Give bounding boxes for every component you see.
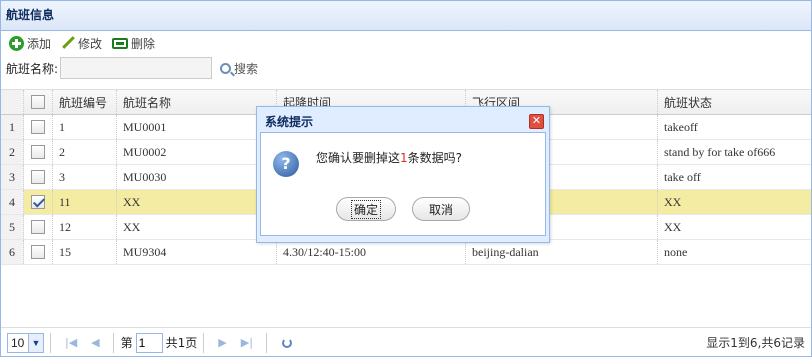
separator: [265, 332, 268, 353]
cell-flight-name: MU9304: [117, 240, 277, 264]
rownum-header: [1, 90, 24, 114]
cell-flight-no: 11: [53, 190, 117, 214]
row-checkbox[interactable]: [31, 145, 45, 159]
toolbar: 添加 修改 删除: [1, 31, 811, 55]
row-number: 2: [1, 140, 24, 164]
first-page-icon[interactable]: |◀: [65, 336, 77, 349]
row-checkbox[interactable]: [31, 120, 45, 134]
row-number: 1: [1, 115, 24, 139]
delete-button[interactable]: 删除: [112, 35, 155, 52]
dialog-message: 您确认要删掉这1条数据吗?: [316, 149, 462, 166]
cell-flight-name: MU0030: [117, 165, 277, 189]
page-size-value: 10: [11, 335, 25, 350]
cell-status: XX: [664, 194, 682, 209]
search-button-label: 搜索: [234, 61, 259, 76]
confirm-dialog: 系统提示 ✕ ? 您确认要删掉这1条数据吗? 确定 取消: [256, 106, 550, 243]
confirm-button-label: 确定: [350, 199, 381, 219]
cell-flight-name: XX: [117, 190, 277, 214]
add-icon: [9, 35, 24, 51]
row-number: 5: [1, 215, 24, 239]
search-label: 航班名称:: [6, 61, 59, 76]
row-checkbox-checked[interactable]: [31, 195, 45, 209]
cancel-button-label: 取消: [428, 202, 453, 217]
separator: [112, 332, 115, 353]
row-number: 3: [1, 165, 24, 189]
search-button[interactable]: 搜索: [220, 60, 258, 77]
search-icon: [220, 62, 232, 74]
cell-time: 4.30/12:40-15:00: [277, 240, 466, 264]
cell-flight-name: XX: [117, 215, 277, 239]
add-button[interactable]: 添加: [9, 35, 51, 52]
row-select-cell: [24, 165, 53, 189]
cell-status: take off: [664, 169, 701, 184]
page-number-input[interactable]: [135, 332, 163, 353]
row-select-cell: [24, 240, 53, 264]
row-select-cell: [24, 115, 53, 139]
prev-page-icon[interactable]: ◀: [91, 336, 99, 349]
dialog-body: ? 您确认要删掉这1条数据吗? 确定 取消: [260, 132, 546, 236]
cancel-button[interactable]: 取消: [412, 197, 470, 221]
cell-status: XX: [664, 219, 682, 234]
page-prefix: 第: [120, 336, 133, 350]
cell-flight-name: MU0001: [117, 115, 277, 139]
question-icon: ?: [273, 151, 299, 177]
row-select-cell: [24, 140, 53, 164]
cell-flight-no: 15: [53, 240, 117, 264]
message-after: 条数据吗?: [407, 151, 463, 165]
pagination-bar: 10 ▼ |◀ ◀ 第 共1页 ▶ ▶| 显示1到6,共6记录: [1, 327, 811, 356]
flight-name-input[interactable]: [60, 57, 213, 79]
add-button-label: 添加: [27, 36, 52, 51]
page-size-select[interactable]: 10 ▼: [7, 332, 44, 353]
panel-title: 航班信息: [1, 1, 811, 31]
pencil-icon: [61, 36, 75, 50]
minus-icon: [112, 37, 129, 49]
row-select-cell: [24, 215, 53, 239]
dialog-title: 系统提示: [265, 114, 314, 129]
dialog-buttons: 确定 取消: [261, 197, 545, 221]
cell-range: beijing-dalian: [466, 240, 658, 264]
page-info: 显示1到6,共6记录: [706, 336, 805, 350]
dialog-titlebar: 系统提示 ✕: [260, 110, 546, 132]
table-row[interactable]: 6 15 MU9304 4.30/12:40-15:00 beijing-dal…: [1, 240, 811, 265]
row-checkbox[interactable]: [31, 245, 45, 259]
cell-flight-no: 2: [53, 140, 117, 164]
row-number: 4: [1, 190, 24, 214]
refresh-icon[interactable]: [281, 337, 292, 348]
header-flight-name[interactable]: 航班名称: [117, 90, 277, 114]
select-all-checkbox[interactable]: [31, 95, 45, 109]
row-checkbox[interactable]: [31, 170, 45, 184]
cell-flight-no: 12: [53, 215, 117, 239]
header-status[interactable]: 航班状态: [658, 90, 811, 114]
edit-button[interactable]: 修改: [61, 35, 102, 52]
confirm-button[interactable]: 确定: [336, 197, 396, 221]
message-count: 1: [400, 151, 408, 165]
cell-flight-name: MU0002: [117, 140, 277, 164]
header-flight-no[interactable]: 航班编号: [53, 90, 117, 114]
cell-status: none: [664, 244, 688, 259]
select-all-cell: [24, 90, 53, 114]
edit-button-label: 修改: [78, 36, 103, 51]
row-select-cell: [24, 190, 53, 214]
message-before: 您确认要删掉这: [316, 151, 401, 165]
separator: [203, 332, 206, 353]
chevron-down-icon: ▼: [28, 333, 43, 352]
cell-flight-no: 1: [53, 115, 117, 139]
page-total: 共1页: [165, 336, 198, 350]
separator: [50, 332, 52, 353]
cell-flight-no: 3: [53, 165, 117, 189]
close-icon[interactable]: ✕: [529, 113, 544, 129]
last-page-icon[interactable]: ▶|: [241, 336, 253, 349]
delete-button-label: 删除: [131, 36, 156, 51]
row-checkbox[interactable]: [31, 220, 45, 234]
cell-status: takeoff: [664, 119, 698, 134]
next-page-icon[interactable]: ▶: [218, 336, 226, 349]
search-bar: 航班名称: 搜索: [1, 55, 811, 81]
cell-status: stand by for take of666: [664, 144, 776, 159]
row-number: 6: [1, 240, 24, 264]
